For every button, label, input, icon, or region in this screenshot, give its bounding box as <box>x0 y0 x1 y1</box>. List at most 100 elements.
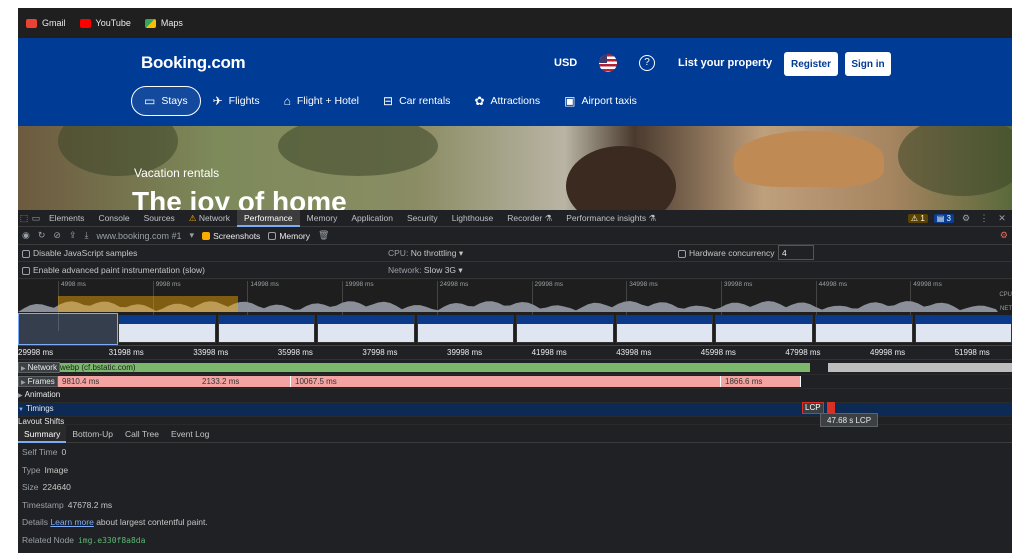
checkbox-checked <box>202 232 211 241</box>
cpu-throttle[interactable]: CPU: No throttling ▾ <box>388 248 463 259</box>
tab-security[interactable]: Security <box>400 210 445 227</box>
download-icon[interactable]: ⤓ <box>85 230 89 241</box>
memory-toggle[interactable]: Memory <box>268 231 310 241</box>
filmstrip-screenshot[interactable] <box>615 315 714 343</box>
tab-recorder[interactable]: Recorder ⚗ <box>500 210 559 227</box>
plane-icon: ✈ <box>212 94 223 108</box>
checkbox <box>22 249 30 258</box>
learn-more-link[interactable]: Learn more <box>50 517 93 527</box>
booking-logo[interactable]: Booking.com <box>141 53 246 73</box>
memory-label: Memory <box>279 230 311 241</box>
recording-select[interactable]: www.booking.com #1 <box>96 231 181 241</box>
devtools-panel: ⬚ ▭ Elements Console Sources ⚠ Network P… <box>18 209 1012 553</box>
booking-header: Booking.com USD ? List your property Reg… <box>18 38 1012 126</box>
upload-icon[interactable]: ⇪ <box>69 230 77 241</box>
related-node-link[interactable]: img.e330f8a8da <box>78 536 145 545</box>
tab-performance[interactable]: Performance <box>237 209 300 227</box>
frame-segment[interactable]: 2133.2 ms <box>198 376 291 387</box>
filmstrip-screenshot[interactable] <box>516 315 614 343</box>
hero-foliage <box>278 126 438 176</box>
filmstrip-screenshot[interactable] <box>814 315 913 343</box>
filmstrip-screenshot[interactable] <box>118 315 216 343</box>
paint-instrumentation-toggle[interactable]: Enable advanced paint instrumentation (s… <box>22 265 205 275</box>
nav-flight-hotel[interactable]: ⌂ Flight + Hotel <box>272 86 371 116</box>
nav-attractions[interactable]: ✿ Attractions <box>462 86 552 116</box>
register-button[interactable]: Register <box>784 52 838 76</box>
nav-airport-taxis[interactable]: ▣ Airport taxis <box>552 86 649 116</box>
us-flag-icon[interactable] <box>599 54 617 72</box>
tab-network[interactable]: ⚠ Network <box>182 210 237 227</box>
disable-js-toggle[interactable]: Disable JavaScript samples <box>22 248 137 258</box>
record-icon[interactable]: ◉ <box>22 230 30 241</box>
tab-bottom-up[interactable]: Bottom-Up <box>66 425 119 443</box>
tab-console[interactable]: Console <box>91 210 136 227</box>
tab-memory[interactable]: Memory <box>300 210 345 227</box>
detail-label: Related Node <box>22 534 74 545</box>
tab-elements[interactable]: Elements <box>42 210 91 227</box>
list-property-link[interactable]: List your property <box>678 57 772 69</box>
taxi-icon: ▣ <box>564 94 576 108</box>
capture-settings-gear-icon[interactable]: ⚙ <box>1000 230 1008 241</box>
currency-button[interactable]: USD <box>554 57 577 69</box>
network-request-bar[interactable] <box>58 363 810 372</box>
trash-icon[interactable]: 🗑 <box>318 230 329 241</box>
tab-sources[interactable]: Sources <box>137 210 182 227</box>
frames-track[interactable]: 9810.4 ms 2133.2 ms 10067.5 ms 1866.6 ms… <box>18 375 1012 389</box>
nav-car-rentals[interactable]: ⊟ Car rentals <box>371 86 462 116</box>
chevron-down-icon: ▾ <box>458 265 463 275</box>
filmstrip-screenshot[interactable] <box>416 315 515 343</box>
screenshots-toggle[interactable]: Screenshots <box>202 231 260 241</box>
hw-concurrency-label: Hardware concurrency <box>689 248 775 258</box>
frames-label: Frames <box>27 377 55 386</box>
capture-settings-row-1: Disable JavaScript samples CPU: No throt… <box>18 245 1012 262</box>
filmstrip-screenshot[interactable] <box>715 315 813 343</box>
checkbox <box>678 249 686 258</box>
detail-value: about largest contentful paint. <box>96 517 208 527</box>
tab-summary[interactable]: Summary <box>18 424 67 443</box>
inspect-icon[interactable]: ⬚ <box>18 213 30 224</box>
bookmark-gmail[interactable]: Gmail <box>26 18 66 28</box>
frame-segment[interactable]: 1866.6 ms <box>721 376 801 387</box>
network-request-bar[interactable] <box>828 363 1012 372</box>
warnings-count: 1 <box>920 214 925 223</box>
timeline-overview[interactable]: 4998 ms 9998 ms 14998 ms 19998 ms 24998 ms 29… <box>18 280 1012 346</box>
filmstrip-screenshot[interactable] <box>914 315 1012 343</box>
hw-concurrency-input[interactable]: 4 <box>778 245 814 260</box>
hw-concurrency-toggle[interactable]: Hardware concurrency <box>678 248 775 258</box>
settings-gear-icon[interactable]: ⚙ <box>960 213 972 224</box>
reload-record-icon[interactable]: ↻ <box>38 230 46 241</box>
filmstrip-screenshot[interactable] <box>317 315 415 343</box>
tab-lighthouse[interactable]: Lighthouse <box>445 210 501 227</box>
filmstrip-screenshot[interactable] <box>217 315 316 343</box>
nav-flights[interactable]: ✈ Flights <box>201 86 272 116</box>
nav-stays[interactable]: ▭ Stays <box>131 86 201 116</box>
tab-application[interactable]: Application <box>344 210 400 227</box>
timings-track-label: ▼ Timings <box>18 404 54 413</box>
bookmark-youtube[interactable]: YouTube <box>79 18 131 28</box>
tab-performance-insights[interactable]: Performance insights ⚗ <box>559 210 663 227</box>
tab-insights-label: Performance insights <box>566 212 647 223</box>
sign-in-button[interactable]: Sign in <box>845 52 891 76</box>
overview-selection[interactable] <box>18 313 118 345</box>
messages-badge[interactable]: ▤ 3 <box>933 214 954 223</box>
bookmark-maps[interactable]: Maps <box>144 18 183 28</box>
ruler-tick-label: 33998 ms <box>193 348 229 357</box>
tab-call-tree[interactable]: Call Tree <box>119 425 165 443</box>
product-nav: ▭ Stays ✈ Flights ⌂ Flight + Hotel ⊟ Car… <box>131 85 649 117</box>
animation-track[interactable]: ▶ Animation <box>18 389 1012 403</box>
clear-icon[interactable]: ⊘ <box>53 230 61 241</box>
tab-event-log[interactable]: Event Log <box>165 425 215 443</box>
cpu-value: No throttling <box>410 248 457 258</box>
network-track[interactable]: ▶ Network webp (cf.bstatic.com) <box>18 361 1012 375</box>
ruler-tick-label: 31998 ms <box>108 348 144 357</box>
chevron-down-icon[interactable]: ▾ <box>190 230 195 241</box>
close-icon[interactable]: ✕ <box>996 213 1008 224</box>
devtools-status: ⚠ 1 ▤ 3 ⚙ ⋮ ✕ <box>907 210 1008 227</box>
overview-ruler: 4998 ms 9998 ms 14998 ms 19998 ms 24998 ms 29… <box>18 280 1012 331</box>
network-throttle[interactable]: Network: Slow 3G ▾ <box>388 265 463 276</box>
device-toolbar-icon[interactable]: ▭ <box>30 213 42 224</box>
help-icon[interactable]: ? <box>639 55 655 71</box>
more-options-icon[interactable]: ⋮ <box>978 213 990 224</box>
frame-segment[interactable]: 10067.5 ms <box>291 376 721 387</box>
warnings-badge[interactable]: ⚠ 1 <box>907 214 928 223</box>
